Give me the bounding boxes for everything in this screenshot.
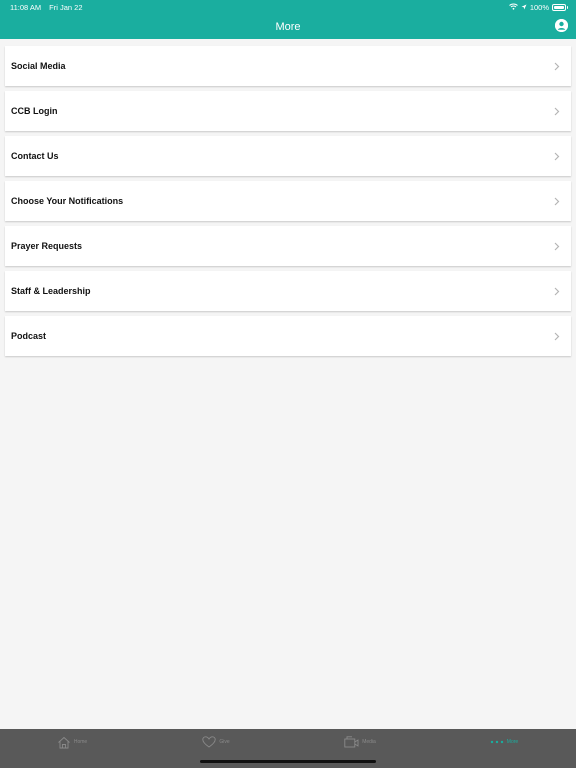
more-icon	[490, 740, 503, 744]
tab-label: Home	[73, 739, 88, 745]
wifi-icon	[508, 3, 518, 12]
menu-item-label: Staff & Leadership	[11, 286, 91, 296]
tab-home[interactable]: Home	[0, 729, 144, 755]
media-icon	[344, 736, 359, 748]
chevron-right-icon	[554, 151, 562, 161]
battery-icon	[552, 3, 568, 11]
tab-label: Media	[362, 739, 376, 745]
status-time: 11:08 AM	[10, 2, 42, 12]
menu-item-contact-us[interactable]: Contact Us	[5, 136, 571, 176]
menu-item-label: Social Media	[11, 61, 66, 71]
menu-item-podcast[interactable]: Podcast	[5, 316, 571, 356]
menu-item-ccb-login[interactable]: CCB Login	[5, 91, 571, 131]
tab-media[interactable]: Media	[288, 729, 432, 755]
location-icon	[521, 3, 527, 12]
home-indicator[interactable]	[200, 760, 376, 763]
user-icon	[555, 19, 568, 32]
tab-more[interactable]: More	[432, 729, 576, 755]
navigation-bar: More	[0, 14, 576, 39]
menu-item-staff-leadership[interactable]: Staff & Leadership	[5, 271, 571, 311]
menu-item-label: Prayer Requests	[11, 241, 83, 251]
chevron-right-icon	[554, 61, 562, 71]
menu-item-label: Contact Us	[11, 151, 59, 161]
menu-item-social-media[interactable]: Social Media	[5, 46, 571, 86]
tab-give[interactable]: Give	[144, 729, 288, 755]
profile-button[interactable]	[555, 19, 568, 32]
status-date: Fri Jan 22	[49, 2, 83, 12]
battery-percent: 100%	[529, 2, 549, 12]
menu-item-notifications[interactable]: Choose Your Notifications	[5, 181, 571, 221]
menu-item-label: CCB Login	[11, 106, 58, 116]
chevron-right-icon	[554, 331, 562, 341]
chevron-right-icon	[554, 106, 562, 116]
chevron-right-icon	[554, 286, 562, 296]
home-icon	[58, 736, 70, 748]
chevron-right-icon	[554, 241, 562, 251]
tab-label: Give	[219, 739, 230, 745]
menu-item-label: Podcast	[11, 331, 47, 341]
menu-list: Social Media CCB Login Contact Us Choose…	[5, 46, 571, 361]
tab-label: More	[506, 739, 519, 745]
menu-item-label: Choose Your Notifications	[11, 196, 124, 206]
status-bar: 11:08 AM Fri Jan 22 100%	[0, 0, 576, 14]
menu-item-prayer-requests[interactable]: Prayer Requests	[5, 226, 571, 266]
chevron-right-icon	[554, 196, 562, 206]
heart-icon	[202, 736, 217, 748]
page-title: More	[275, 20, 301, 33]
